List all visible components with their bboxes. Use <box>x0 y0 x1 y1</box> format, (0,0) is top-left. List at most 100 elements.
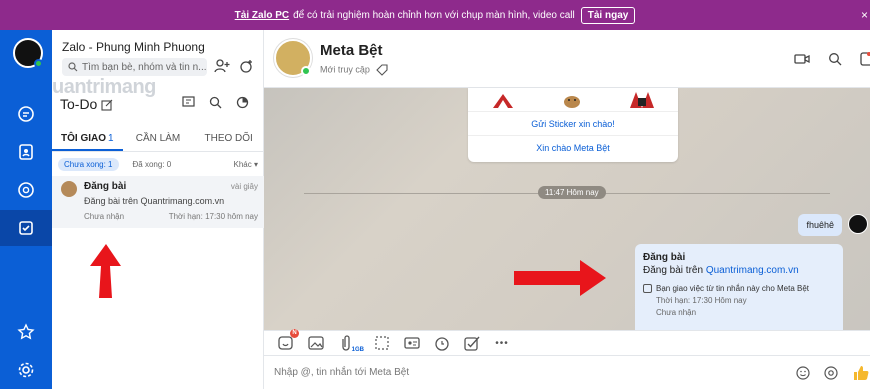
checkbox[interactable] <box>643 284 652 293</box>
contact-card-button[interactable] <box>404 335 420 351</box>
new-badge: N <box>290 329 299 338</box>
online-dot <box>34 59 43 68</box>
create-group-icon[interactable] <box>238 58 254 74</box>
crop-icon <box>374 335 390 351</box>
card-desc-text: Đăng bài trên <box>643 265 706 276</box>
banner-message: để có trải nghiệm hoàn chỉnh hơn với chụ… <box>293 9 575 21</box>
sticker-cat-icon[interactable] <box>560 90 584 110</box>
message-input[interactable]: Nhập @, tin nhắn tới Meta Bệt <box>264 356 870 389</box>
search-placeholder: Tìm bạn bè, nhóm và tin n... <box>82 61 207 73</box>
more-options-button[interactable]: ••• <box>494 335 510 351</box>
task-item[interactable]: Đăng bài vài giây Đăng bài trên Quantrim… <box>52 176 264 228</box>
chat-header-tools <box>794 52 870 66</box>
nav-rail <box>0 30 52 389</box>
todo-title-text: To-Do <box>60 96 98 112</box>
todo-panel: Zalo - Phung Minh Phuong Tìm bạn bè, nhó… <box>52 30 264 389</box>
todo-check-icon <box>17 219 35 237</box>
sender-avatar[interactable] <box>848 214 868 234</box>
online-dot <box>301 66 311 76</box>
panel-header-tools <box>214 58 254 74</box>
filter-not-done[interactable]: Chưa xong: 1 <box>58 157 119 171</box>
sticker-fan-icon[interactable] <box>491 90 515 110</box>
contacts-nav-item[interactable] <box>0 134 52 170</box>
task-check-icon <box>464 335 480 351</box>
task-title: Đăng bài <box>84 181 127 192</box>
clock-icon <box>434 335 450 351</box>
sidebar-toggle-icon[interactable] <box>860 52 870 66</box>
favorites-nav-item[interactable] <box>0 314 52 350</box>
todo-nav-item[interactable] <box>0 210 52 246</box>
gear-icon <box>17 361 35 379</box>
tab-assigned[interactable]: Tôi giao 1 <box>52 126 123 151</box>
task-deadline: Thời hạn: 17:30 hôm nay <box>168 212 258 221</box>
send-sticker-link[interactable]: Gửi Sticker xin chào! <box>468 112 678 136</box>
search-icon <box>68 62 82 72</box>
more-icon: ••• <box>495 337 509 349</box>
todo-tabs: Tôi giao 1 Cần làm Theo dõi <box>52 126 264 152</box>
sticker-suggestion-card: Gửi Sticker xin chào! Xin chào Meta Bệt <box>468 88 678 162</box>
settings-nav-item[interactable] <box>0 352 52 388</box>
annotation-arrow-right <box>512 256 608 300</box>
chevron-down-icon: ▾ <box>253 159 258 169</box>
greet-link[interactable]: Xin chào Meta Bệt <box>468 136 678 160</box>
filter-done[interactable]: Đã xong: 0 <box>133 160 172 169</box>
my-message-bubble[interactable]: fhuêhê <box>798 214 842 236</box>
my-avatar[interactable] <box>13 38 43 68</box>
assign-task-button[interactable] <box>464 335 480 351</box>
image-button[interactable] <box>308 335 324 351</box>
download-now-button[interactable]: Tải ngay <box>580 6 636 24</box>
task-avatar <box>61 181 77 197</box>
search-box[interactable]: Tìm bạn bè, nhóm và tin n... <box>62 58 207 76</box>
status-text: Mới truy cập <box>320 64 370 75</box>
task-filters: Chưa xong: 1 Đã xong: 0 Khác ▾ <box>58 156 258 172</box>
emoji-icon[interactable] <box>796 366 810 380</box>
mentions-nav-item[interactable] <box>0 172 52 208</box>
pie-chart-icon[interactable] <box>236 96 249 109</box>
card-checkbox-row[interactable]: Bạn giao việc từ tin nhắn này cho Meta B… <box>643 284 835 293</box>
sticker-dog-icon[interactable] <box>629 90 655 110</box>
task-desc: Đăng bài trên Quantrimang.com.vn <box>84 196 225 206</box>
sticker-button[interactable]: N <box>278 329 299 351</box>
card-desc: Đăng bài trên Quantrimang.com.vn <box>643 265 835 276</box>
search-icon[interactable] <box>828 52 842 66</box>
message-list: Gửi Sticker xin chào! Xin chào Meta Bệt … <box>264 88 870 330</box>
composer-toolbar: N 1GB ••• <box>264 329 870 356</box>
mention-icon[interactable] <box>824 366 838 380</box>
user-name: Zalo - Phung Minh Phuong <box>62 40 205 54</box>
thumbs-up-icon[interactable] <box>852 364 870 382</box>
input-tools <box>796 364 870 382</box>
close-banner-icon[interactable]: × <box>861 8 868 22</box>
chat-nav-item[interactable] <box>0 96 52 132</box>
image-icon <box>308 335 324 351</box>
search-icon[interactable] <box>209 96 222 109</box>
video-call-icon[interactable] <box>794 52 810 66</box>
tab-label: Cần làm <box>135 133 181 144</box>
tab-todo[interactable]: Cần làm <box>123 126 194 151</box>
contact-avatar[interactable] <box>274 39 312 77</box>
todo-title: To-Do <box>60 96 113 112</box>
task-time: vài giây <box>230 182 258 191</box>
add-friend-icon[interactable] <box>214 58 230 74</box>
tab-following[interactable]: Theo dõi <box>193 126 264 151</box>
edit-icon[interactable] <box>101 99 113 111</box>
card-desc-link[interactable]: Quantrimang.com.vn <box>706 265 799 276</box>
screenshot-button[interactable] <box>374 335 390 351</box>
contact-card-icon <box>404 335 420 351</box>
tab-label: Theo dõi <box>204 133 253 144</box>
contacts-icon <box>17 143 35 161</box>
filter-more[interactable]: Khác ▾ <box>234 160 258 169</box>
task-status: Chưa nhận <box>84 212 125 221</box>
comment-icon[interactable] <box>182 96 195 109</box>
tag-icon[interactable] <box>376 64 388 76</box>
sticker-row <box>468 88 678 112</box>
todo-tools <box>182 96 249 109</box>
tab-label: Tôi giao <box>61 133 107 144</box>
download-link[interactable]: Tải Zalo PC <box>235 10 289 21</box>
reminder-button[interactable] <box>434 335 450 351</box>
chat-icon <box>17 105 35 123</box>
contact-name: Meta Bệt <box>320 42 383 59</box>
attach-file-button[interactable]: 1GB <box>338 335 364 353</box>
annotation-arrow-up <box>84 242 128 300</box>
task-message-card[interactable]: Đăng bài Đăng bài trên Quantrimang.com.v… <box>635 244 843 330</box>
contact-status: Mới truy cập <box>320 64 388 76</box>
